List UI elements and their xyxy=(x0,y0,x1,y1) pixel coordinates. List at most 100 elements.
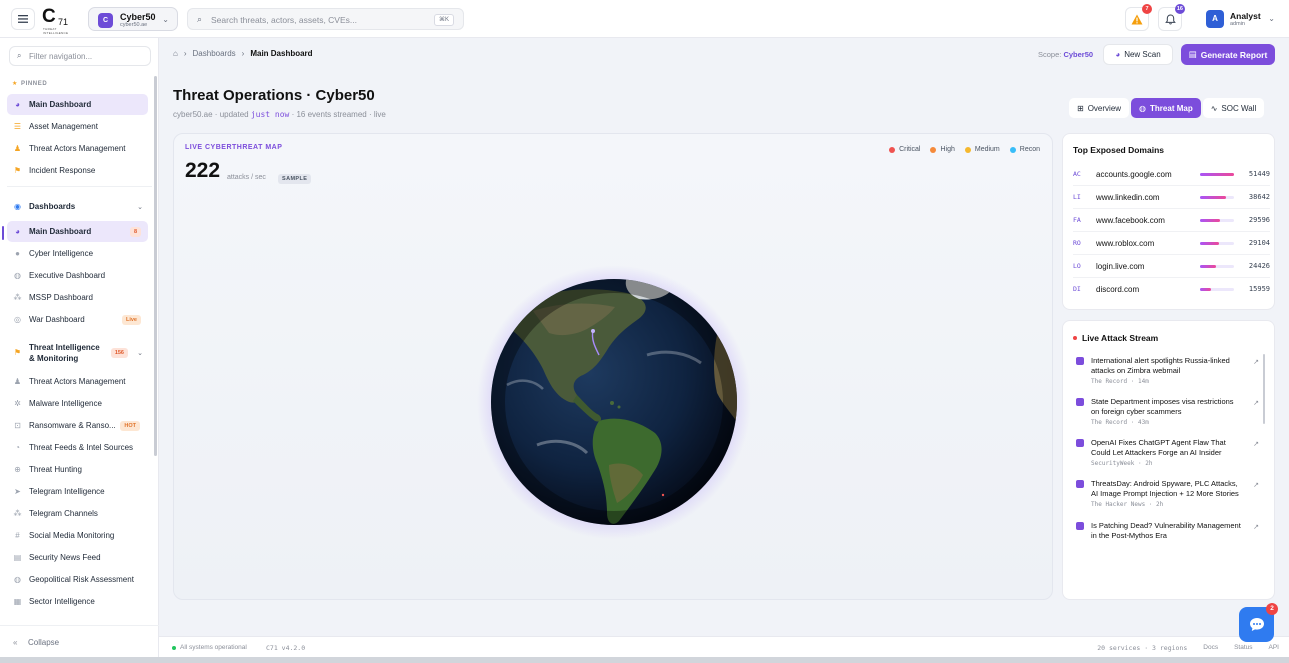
chat-button[interactable]: 2 xyxy=(1239,603,1278,642)
divider xyxy=(7,186,152,187)
globe-icon: ◍ xyxy=(14,575,21,584)
section-threat-intelligence[interactable]: ⚑ Threat Intelligence & Monitoring 156 ⌄ xyxy=(7,338,148,368)
page-title: Threat Operations · Cyber50 xyxy=(173,87,375,104)
target-icon: ◎ xyxy=(14,315,21,324)
live-attack-stream-panel: Live Attack Stream International alert s… xyxy=(1062,320,1275,600)
alerts-button[interactable]: 7 xyxy=(1125,4,1152,31)
workspace-badge: C xyxy=(98,13,113,28)
pie-chart-icon: ◕ xyxy=(15,227,20,236)
global-search[interactable]: ⌕ Search threats, actors, assets, CVEs..… xyxy=(187,8,464,30)
sidebar-item-threat-actors-management[interactable]: ♟ Threat Actors Management xyxy=(7,371,148,392)
exposure-bar xyxy=(1200,196,1234,199)
sidebar-item-threat-feeds[interactable]: ◔ Threat Feeds & Intel Sources xyxy=(7,437,148,458)
notifications-count: 16 xyxy=(1174,4,1185,14)
compass-icon: ◍ xyxy=(14,271,21,280)
news-icon xyxy=(1076,398,1084,406)
section-dashboards[interactable]: ◉ Dashboards ⌄ xyxy=(7,196,148,217)
sidebar-item-telegram-channels[interactable]: ⁂ Telegram Channels xyxy=(7,503,148,524)
pinned-item-threat-actors-management[interactable]: ♟ Threat Actors Management xyxy=(7,138,148,159)
chevron-down-icon: ⌄ xyxy=(137,203,143,211)
external-link-icon[interactable]: ↗ xyxy=(1253,440,1259,448)
pinned-item-incident-response[interactable]: ⚑ Incident Response xyxy=(7,160,148,181)
count-badge: 156 xyxy=(110,348,128,358)
menu-toggle-button[interactable] xyxy=(11,8,35,30)
active-indicator xyxy=(2,226,4,240)
new-scan-button[interactable]: ◕ New Scan xyxy=(1103,44,1173,65)
exposure-bar xyxy=(1200,173,1234,176)
attack-origin-point xyxy=(591,329,595,333)
tab-soc-wall[interactable]: ∿ SOC Wall xyxy=(1202,98,1265,118)
sidebar-item-geopolitical-risk[interactable]: ◍ Geopolitical Risk Assessment xyxy=(7,569,148,590)
list-item[interactable]: AC accounts.google.com 51449 xyxy=(1073,163,1270,186)
sidebar: ⌕ Filter navigation... ★ PINNED ◕ Main Da… xyxy=(0,38,159,663)
external-link-icon[interactable]: ↗ xyxy=(1253,481,1259,489)
sidebar-item-security-news-feed[interactable]: ▤ Security News Feed xyxy=(7,547,148,568)
pinned-section-label: ★ PINNED xyxy=(12,81,48,87)
hashtag-icon: # xyxy=(15,531,20,540)
api-link[interactable]: API xyxy=(1269,644,1279,652)
exposure-bar xyxy=(1200,288,1234,291)
gauge-icon: ◉ xyxy=(14,202,21,211)
list-item[interactable]: FA www.facebook.com 29596 xyxy=(1073,209,1270,232)
pinned-item-asset-management[interactable]: ☰ Asset Management xyxy=(7,116,148,137)
attack-rate-unit: attacks / sec xyxy=(227,174,266,181)
search-icon: ⌕ xyxy=(197,14,203,24)
sidebar-item-mssp-dashboard[interactable]: ⁂ MSSP Dashboard xyxy=(7,287,148,308)
services-summary: 20 services · 3 regions xyxy=(1097,644,1188,652)
sidebar-item-social-media-monitoring[interactable]: # Social Media Monitoring xyxy=(7,525,148,546)
chat-bubble-icon xyxy=(1249,618,1264,631)
home-icon[interactable]: ⌂ xyxy=(173,49,178,58)
sidebar-item-threat-hunting[interactable]: ⊕ Threat Hunting xyxy=(7,459,148,480)
docs-link[interactable]: Docs xyxy=(1203,644,1218,652)
earth-globe[interactable] xyxy=(477,265,751,539)
news-icon xyxy=(1076,439,1084,447)
status-dot xyxy=(172,645,176,650)
list-item[interactable]: RO www.roblox.com 29104 xyxy=(1073,232,1270,255)
sidebar-item-war-dashboard[interactable]: ◎ War Dashboard Live xyxy=(7,309,148,330)
status-link[interactable]: Status xyxy=(1234,644,1252,652)
sidebar-item-cyber-intelligence[interactable]: ● Cyber Intelligence xyxy=(7,243,148,264)
sidebar-scrollbar[interactable] xyxy=(154,76,157,456)
stream-scrollbar[interactable] xyxy=(1263,354,1265,424)
globe-icon: ◍ xyxy=(1139,103,1147,113)
scan-icon: ◕ xyxy=(1115,50,1121,59)
database-icon: ☰ xyxy=(13,122,22,131)
siren-icon: ⚑ xyxy=(13,348,22,357)
tab-overview[interactable]: ⊞ Overview xyxy=(1069,98,1130,118)
list-item[interactable]: LI www.linkedin.com 38642 xyxy=(1073,186,1270,209)
brand-logo[interactable]: C 71 THREAT INTELLIGENCE xyxy=(42,6,76,35)
news-icon xyxy=(1076,357,1084,365)
bug-icon: ✲ xyxy=(14,399,21,408)
pinned-item-main-dashboard[interactable]: ◕ Main Dashboard xyxy=(7,94,148,115)
sidebar-item-main-dashboard[interactable]: ◕ Main Dashboard 8 xyxy=(7,221,148,242)
sidebar-item-malware-intelligence[interactable]: ✲ Malware Intelligence xyxy=(7,393,148,414)
panel-title: Live Attack Stream xyxy=(1082,333,1159,343)
external-link-icon[interactable]: ↗ xyxy=(1253,358,1259,366)
bell-icon xyxy=(1164,13,1176,24)
external-link-icon[interactable]: ↗ xyxy=(1253,523,1259,531)
user-menu[interactable]: A Analyst admin ⌄ xyxy=(1201,7,1279,31)
workspace-switcher[interactable]: C Cyber50 cyber50.ae ⌄ xyxy=(88,7,178,31)
sidebar-item-sector-intelligence[interactable]: ▦ Sector Intelligence xyxy=(7,591,148,612)
sidebar-item-ransomware[interactable]: ⊡ Ransomware & Ranso... HOT xyxy=(7,415,148,436)
tab-threat-map[interactable]: ◍ Threat Map xyxy=(1131,98,1201,118)
newspaper-icon: ▤ xyxy=(13,553,22,562)
breadcrumb-dashboards[interactable]: Dashboards xyxy=(193,49,236,58)
generate-report-button[interactable]: ▤ Generate Report xyxy=(1181,44,1275,65)
notifications-button[interactable]: 16 xyxy=(1158,4,1185,31)
sidebar-item-executive-dashboard[interactable]: ◍ Executive Dashboard xyxy=(7,265,148,286)
news-icon xyxy=(1076,480,1084,488)
list-item[interactable]: DI discord.com 15959 xyxy=(1073,278,1270,301)
search-input[interactable]: Search threats, actors, assets, CVEs... xyxy=(211,15,357,25)
nav-filter-input[interactable]: ⌕ Filter navigation... xyxy=(9,46,151,66)
main-content: ⌂ › Dashboards › Main Dashboard Scope: C… xyxy=(159,38,1289,636)
chevrons-left-icon: « xyxy=(13,638,18,647)
top-exposed-domains-panel: Top Exposed Domains AC accounts.google.co… xyxy=(1062,133,1275,310)
send-icon: ➤ xyxy=(14,487,21,496)
live-badge: Live xyxy=(121,314,141,325)
live-indicator xyxy=(1073,336,1077,340)
sidebar-item-telegram-intelligence[interactable]: ➤ Telegram Intelligence xyxy=(7,481,148,502)
siren-icon: ⚑ xyxy=(13,166,22,175)
list-item[interactable]: LO login.live.com 24426 xyxy=(1073,255,1270,278)
external-link-icon[interactable]: ↗ xyxy=(1253,399,1259,407)
